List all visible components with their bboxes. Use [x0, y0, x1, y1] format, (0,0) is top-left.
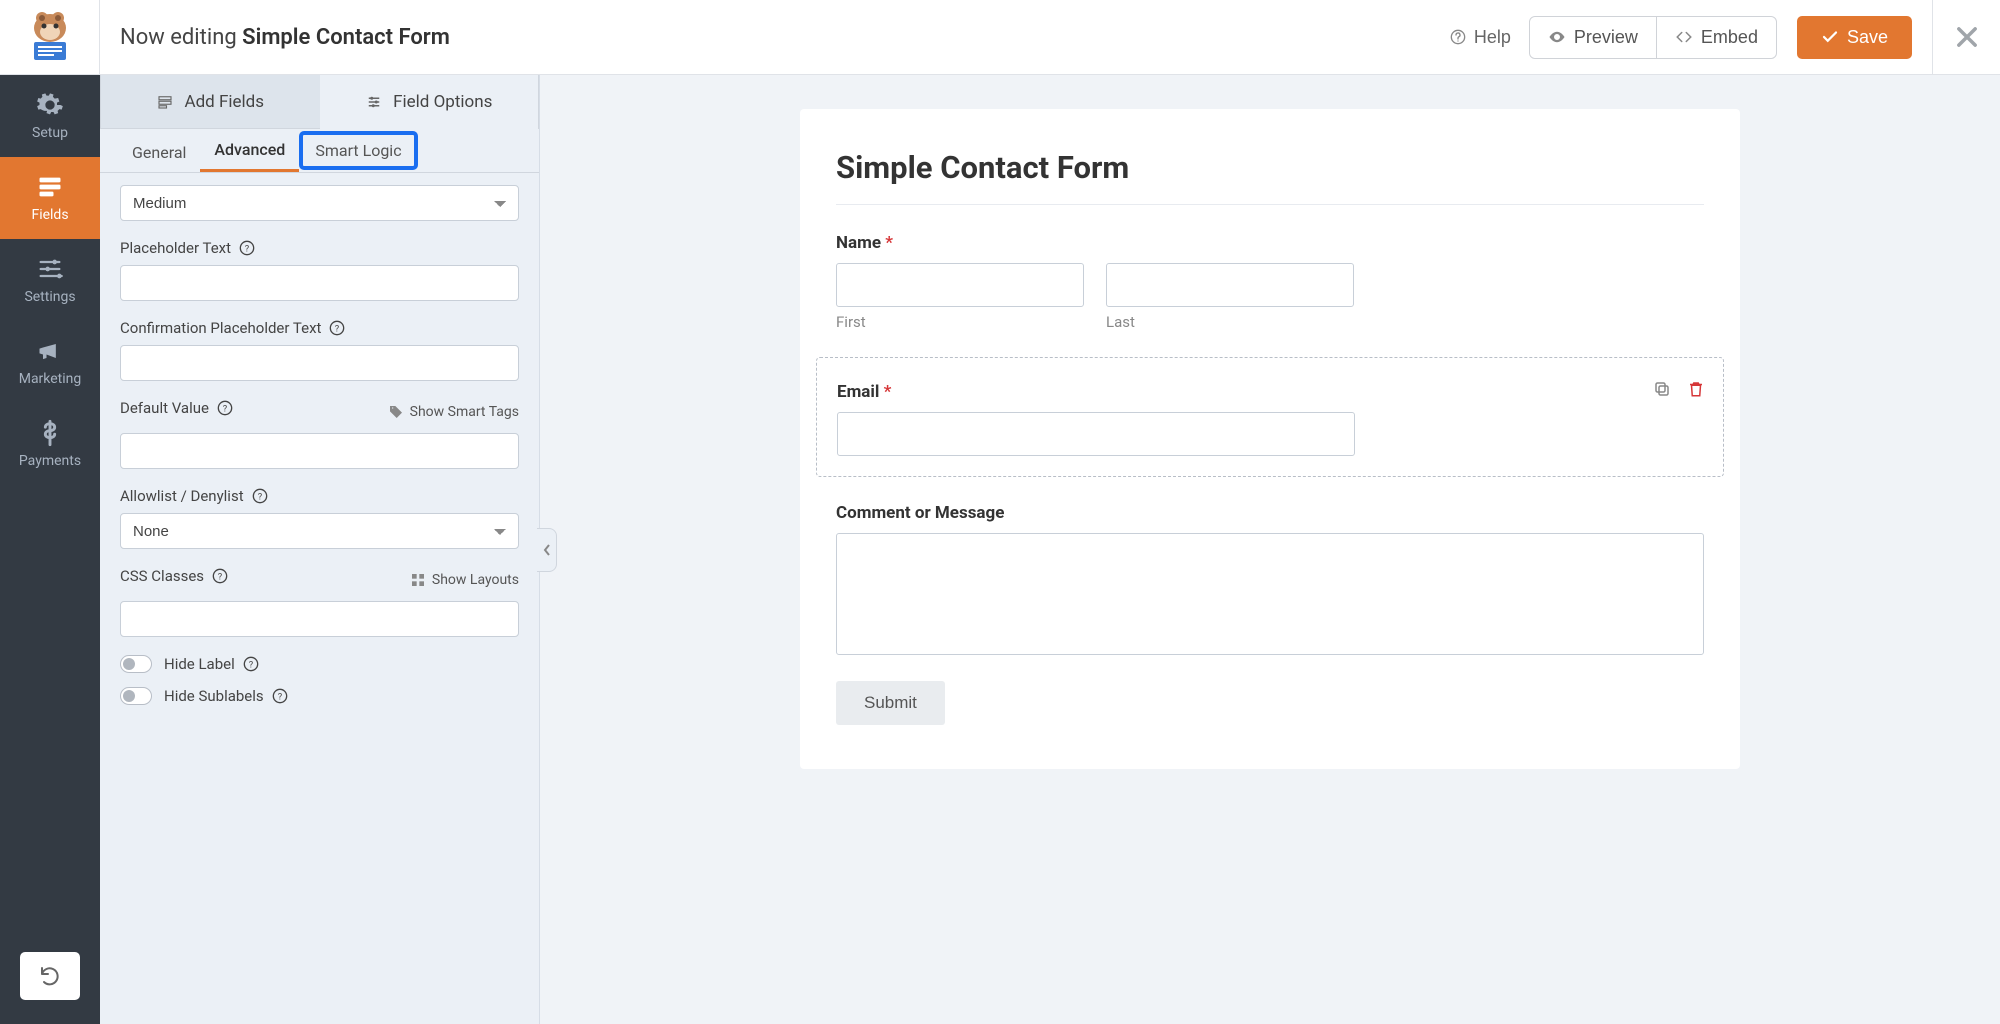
subtab-general[interactable]: General: [118, 133, 200, 172]
delete-icon[interactable]: [1687, 380, 1705, 398]
hide-sublabels-text: Hide Sublabels ?: [164, 687, 288, 705]
help-icon[interactable]: ?: [239, 240, 255, 256]
preview-button[interactable]: Preview: [1530, 17, 1657, 58]
subtab-advanced[interactable]: Advanced: [200, 130, 299, 172]
comment-field[interactable]: Comment or Message: [836, 503, 1704, 655]
allowlist-label: Allowlist / Denylist ?: [120, 487, 519, 505]
divider: [836, 204, 1704, 205]
fields-icon: [36, 173, 64, 201]
svg-text:?: ?: [249, 659, 254, 670]
css-classes-label: CSS Classes ?: [120, 567, 228, 585]
save-button[interactable]: Save: [1797, 16, 1912, 59]
nav-settings[interactable]: Settings: [0, 239, 100, 321]
comment-label: Comment or Message: [836, 503, 1704, 523]
hide-label-toggle[interactable]: [120, 655, 152, 673]
comment-textarea[interactable]: [836, 533, 1704, 655]
help-icon[interactable]: ?: [272, 688, 288, 704]
help-button[interactable]: Help: [1432, 17, 1529, 58]
svg-text:?: ?: [245, 243, 250, 254]
confirmation-placeholder-input[interactable]: [120, 345, 519, 381]
nav-fields[interactable]: Fields: [0, 157, 100, 239]
subtab-smart-logic[interactable]: Smart Logic: [299, 131, 417, 170]
svg-text:?: ?: [257, 491, 262, 502]
duplicate-icon[interactable]: [1653, 380, 1671, 398]
hide-sublabels-toggle[interactable]: [120, 687, 152, 705]
field-size-select[interactable]: Medium: [120, 185, 519, 221]
tag-icon: [388, 404, 404, 420]
collapse-panel-button[interactable]: [537, 528, 557, 572]
name-label: Name *: [836, 233, 1704, 253]
app-logo[interactable]: [0, 0, 100, 74]
svg-text:?: ?: [223, 403, 228, 414]
default-value-input[interactable]: [120, 433, 519, 469]
help-icon[interactable]: ?: [212, 568, 228, 584]
help-icon[interactable]: ?: [243, 656, 259, 672]
allowlist-select[interactable]: None: [120, 513, 519, 549]
default-value-label: Default Value ?: [120, 399, 233, 417]
placeholder-label: Placeholder Text ?: [120, 239, 519, 257]
megaphone-icon: [36, 337, 64, 365]
first-name-input[interactable]: [836, 263, 1084, 307]
undo-icon: [38, 964, 62, 988]
last-sublabel: Last: [1106, 313, 1354, 331]
add-fields-icon: [156, 93, 174, 111]
email-input[interactable]: [837, 412, 1355, 456]
nav-marketing[interactable]: Marketing: [0, 321, 100, 403]
close-icon: [1953, 23, 1981, 51]
hide-label-text: Hide Label ?: [164, 655, 259, 673]
tab-field-options[interactable]: Field Options: [320, 75, 540, 129]
first-sublabel: First: [836, 313, 1084, 331]
chevron-left-icon: [542, 543, 552, 557]
svg-text:?: ?: [218, 571, 223, 582]
embed-button[interactable]: Embed: [1657, 17, 1776, 58]
nav-payments[interactable]: Payments: [0, 403, 100, 485]
help-icon[interactable]: ?: [217, 400, 233, 416]
svg-text:?: ?: [335, 323, 340, 334]
close-button[interactable]: [1932, 0, 2000, 74]
page-title: Now editing Simple Contact Form: [100, 25, 450, 50]
grid-icon: [410, 572, 426, 588]
undo-button[interactable]: [20, 952, 80, 1000]
name-field[interactable]: Name * First Last: [836, 233, 1704, 331]
placeholder-input[interactable]: [120, 265, 519, 301]
show-smart-tags-link[interactable]: Show Smart Tags: [388, 404, 519, 420]
email-field-selected[interactable]: Email *: [816, 357, 1724, 477]
show-layouts-link[interactable]: Show Layouts: [410, 572, 519, 588]
submit-button[interactable]: Submit: [836, 681, 945, 725]
help-icon[interactable]: ?: [329, 320, 345, 336]
gear-icon: [36, 91, 64, 119]
eye-icon: [1548, 28, 1566, 46]
email-label: Email *: [837, 382, 1703, 402]
confirmation-placeholder-label: Confirmation Placeholder Text ?: [120, 319, 519, 337]
help-icon[interactable]: ?: [252, 488, 268, 504]
css-classes-input[interactable]: [120, 601, 519, 637]
tab-add-fields[interactable]: Add Fields: [100, 75, 320, 129]
last-name-input[interactable]: [1106, 263, 1354, 307]
check-icon: [1821, 28, 1839, 46]
dollar-icon: [36, 419, 64, 447]
svg-text:?: ?: [277, 691, 282, 702]
code-icon: [1675, 28, 1693, 46]
sliders-icon: [36, 255, 64, 283]
help-icon: [1450, 29, 1466, 45]
options-icon: [365, 93, 383, 111]
form-title: Simple Contact Form: [836, 149, 1704, 186]
nav-setup[interactable]: Setup: [0, 75, 100, 157]
